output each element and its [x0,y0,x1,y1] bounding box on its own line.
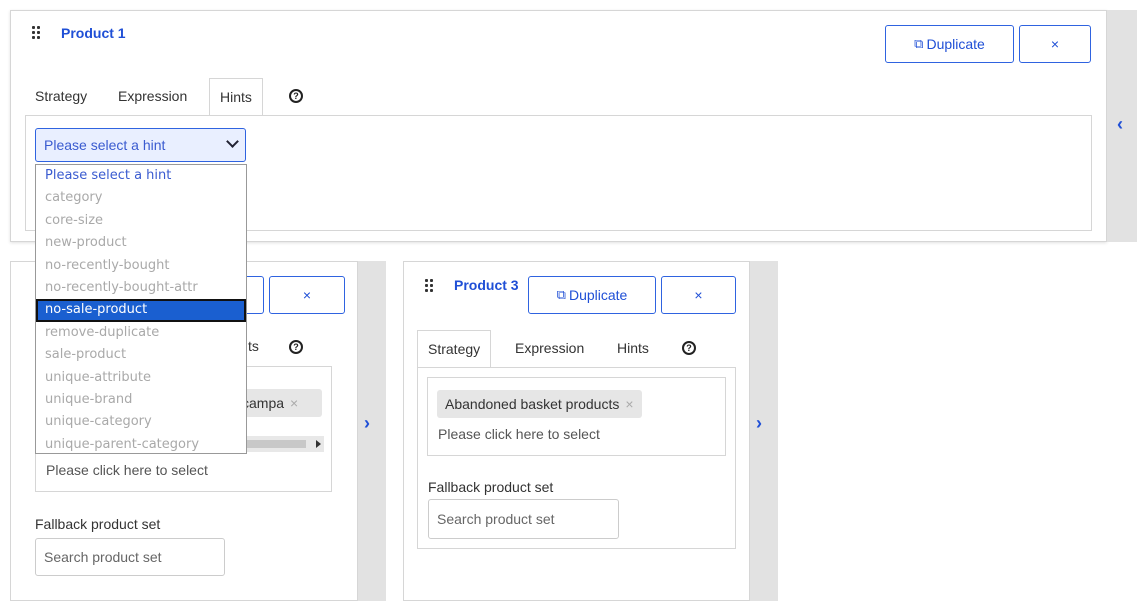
product-3-tab-expression[interactable]: Expression [515,330,584,366]
tag-remove-icon[interactable]: × [625,396,633,412]
hint-option[interactable]: remove-duplicate [36,322,246,344]
drag-handle-icon[interactable] [425,279,433,293]
product-3-fallback-input[interactable]: Search product set [428,499,619,539]
product-2-fallback-label: Fallback product set [35,516,161,532]
drag-handle-icon[interactable] [32,26,40,40]
product-2-close-button[interactable]: × [269,276,345,314]
product-2-select-placeholder[interactable]: Please click here to select [46,462,208,478]
product-3-fallback-label: Fallback product set [428,479,554,495]
chevron-right-icon[interactable]: › [364,413,370,434]
hint-option[interactable]: core-size [36,210,246,232]
product-3-tab-strategy[interactable]: Strategy [417,330,492,368]
product-2-side-strip [358,261,386,601]
hint-option[interactable]: Please select a hint [36,165,246,187]
product-3-strategy-tag: Abandoned basket products × [437,390,642,418]
hint-option[interactable]: unique-brand [36,389,246,411]
help-icon[interactable]: ? [289,89,303,103]
hint-option[interactable]: sale-product [36,344,246,366]
product-1-tab-hints[interactable]: Hints [209,78,263,116]
hint-option[interactable]: new-product [36,232,246,254]
hint-option[interactable]: no-recently-bought [36,255,246,277]
product-1-tab-strategy[interactable]: Strategy [35,78,87,114]
tab-hints-partial[interactable]: ts [248,328,259,364]
chevron-down-icon [226,135,239,148]
hint-option[interactable]: unique-parent-category [36,434,246,456]
hint-option[interactable]: no-recently-bought-attr [36,277,246,299]
chevron-right-icon[interactable]: › [756,413,762,434]
hint-option[interactable]: no-sale-product [36,299,246,322]
copy-icon: ⧉ [914,36,924,51]
hint-option[interactable]: unique-attribute [36,367,246,389]
hint-dropdown-list[interactable]: Please select a hint category core-size new… [35,164,247,454]
product-1-close-button[interactable]: × [1019,25,1091,63]
product-2-fallback-input[interactable]: Search product set [35,538,225,576]
product-1-duplicate-button[interactable]: ⧉ Duplicate [885,25,1014,63]
product-3-title: Product 3 [454,277,519,293]
scroll-right-icon[interactable] [316,440,321,448]
product-1-title: Product 1 [61,25,126,41]
hint-option[interactable]: unique-category [36,411,246,433]
product-3-close-button[interactable]: × [661,276,736,314]
hint-option[interactable]: category [36,187,246,209]
product-3-select-placeholder[interactable]: Please click here to select [438,426,600,442]
product-3-side-strip [750,261,778,601]
tag-remove-icon[interactable]: × [290,395,298,411]
product-3-tab-hints[interactable]: Hints [617,330,649,366]
help-icon[interactable]: ? [289,340,303,354]
hint-select[interactable]: Please select a hint [35,128,246,162]
chevron-left-icon[interactable]: ‹ [1117,114,1123,135]
help-icon[interactable]: ? [682,341,696,355]
product-3-duplicate-button[interactable]: ⧉ Duplicate [528,276,656,314]
copy-icon: ⧉ [556,287,566,302]
product-1-tab-expression[interactable]: Expression [118,78,187,114]
